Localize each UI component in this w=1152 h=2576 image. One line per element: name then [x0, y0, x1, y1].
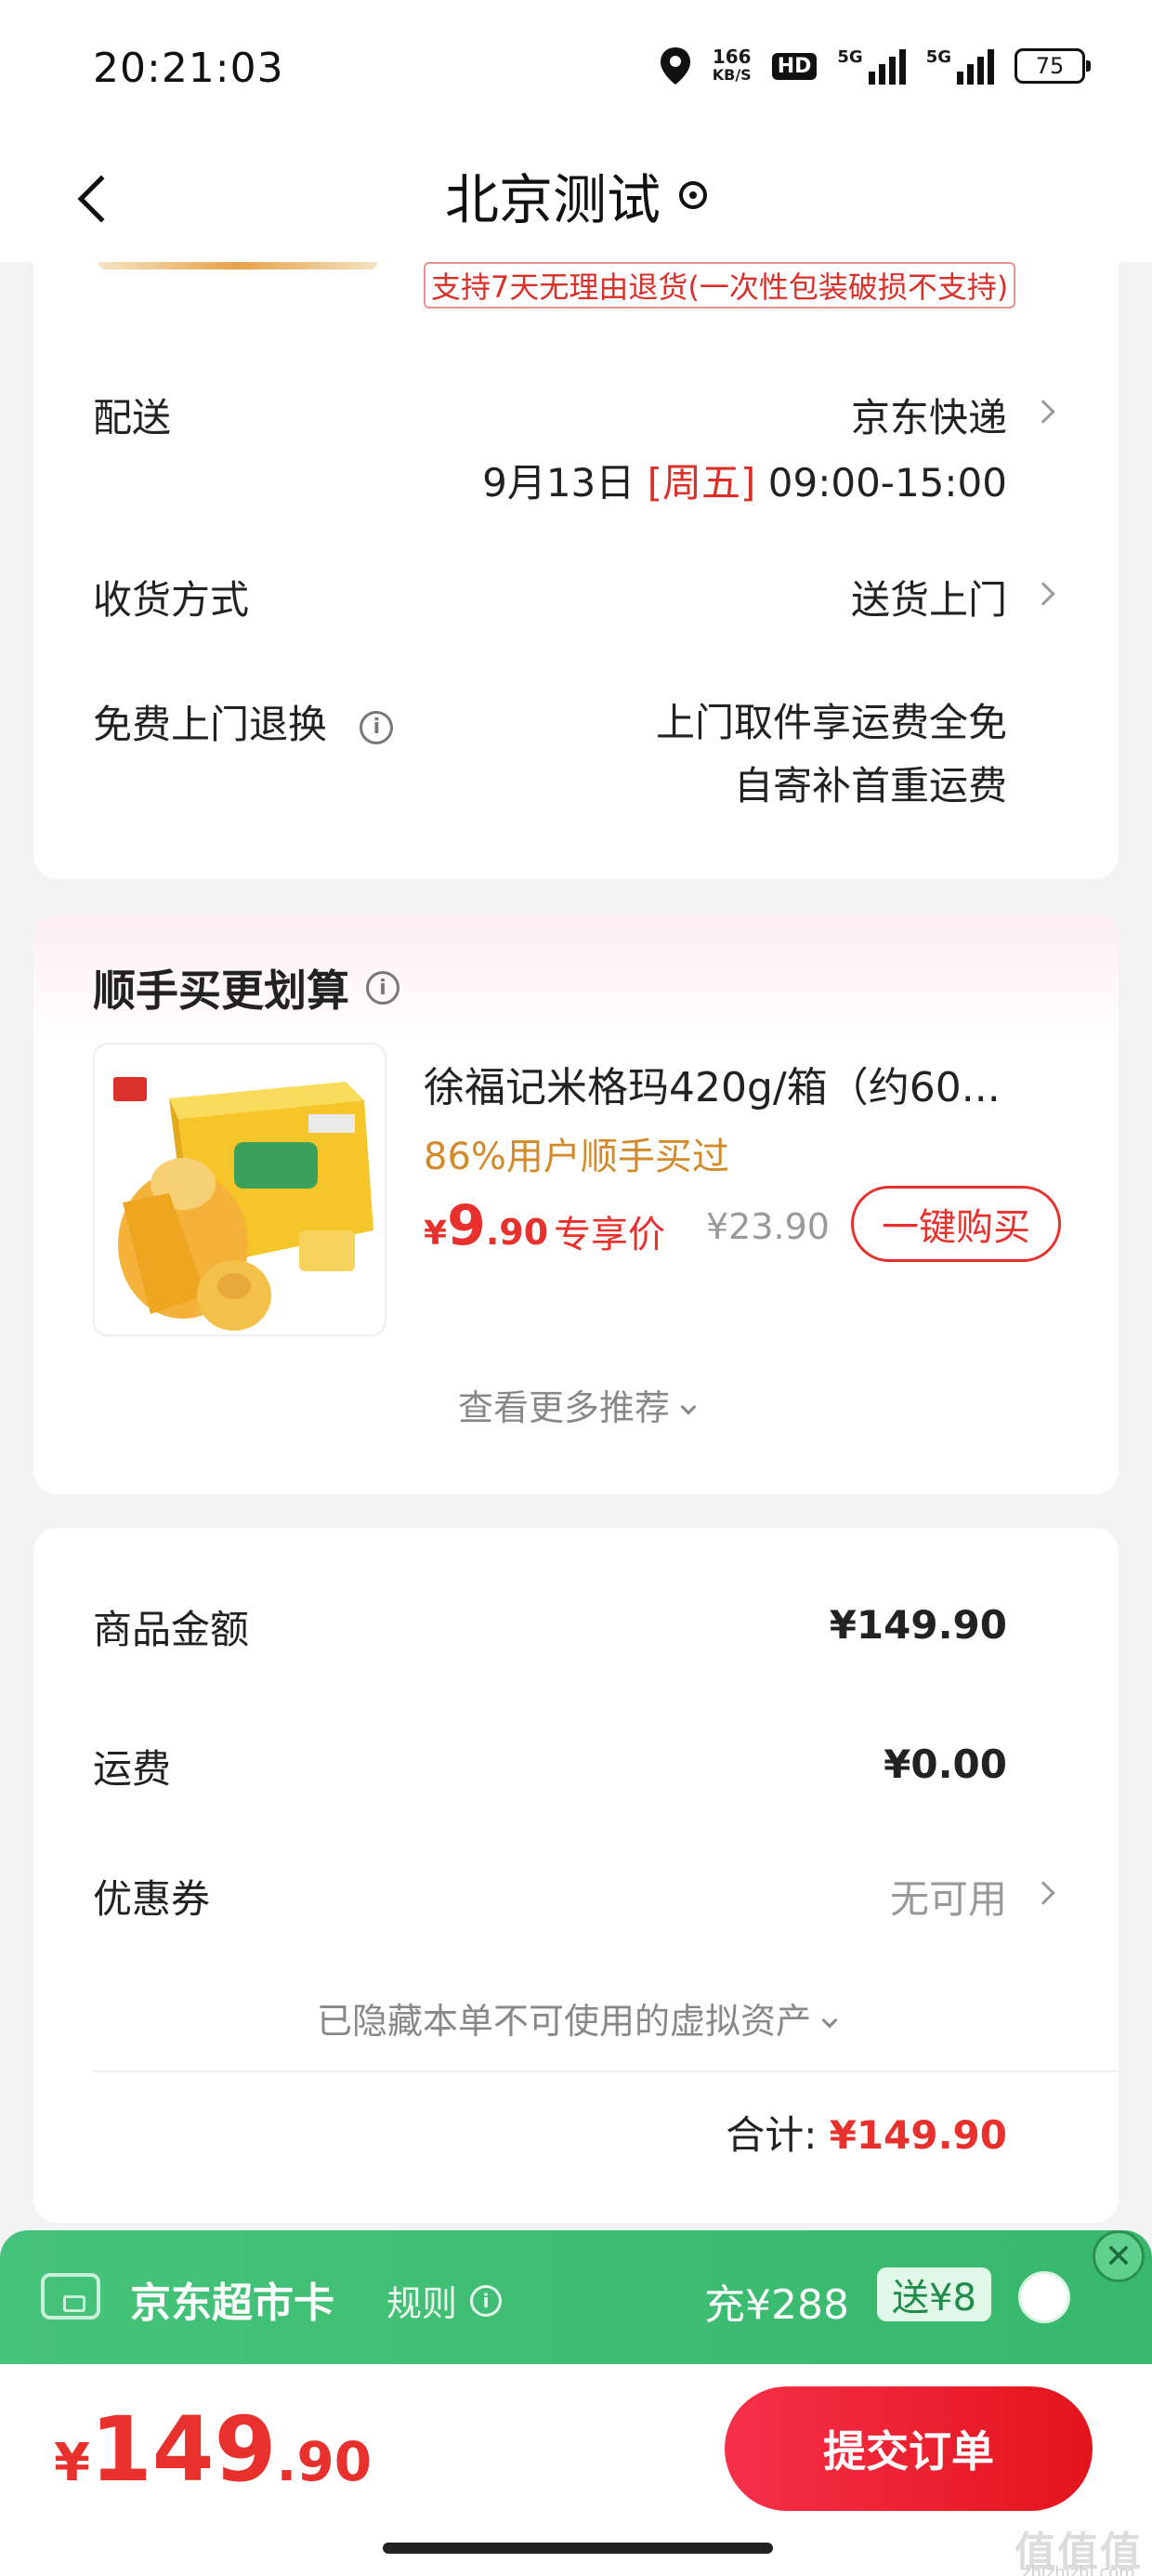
delivery-time: 09:00-15:00 [767, 460, 1007, 506]
submit-order-button[interactable]: 提交订单 [725, 2386, 1093, 2511]
one-click-buy-button[interactable]: 一键购买 [851, 1186, 1061, 1262]
battery-icon: 75 [1015, 48, 1091, 84]
free-return-text: 免费上门退换 [93, 702, 328, 747]
recommend-card: 顺手买更划算 i 徐福记米格玛420g/箱（约60... 86%用户顺手买过 ¥… [33, 914, 1119, 1494]
select-radio[interactable] [1018, 2271, 1070, 2323]
supermarket-card-title: 京东超市卡 [130, 2280, 334, 2327]
net-speed-value: 166 [712, 46, 752, 68]
delivery-label: 配送 [93, 395, 172, 440]
more-recommend-text: 查看更多推荐 [457, 1387, 670, 1428]
delivery-date-day: 9月13日 [482, 460, 635, 506]
price-dec: .90 [276, 2430, 373, 2493]
price-int: 9 [447, 1193, 486, 1258]
receive-method-value[interactable]: 送货上门 [851, 569, 1007, 625]
receive-method-chevron-icon[interactable] [1031, 582, 1055, 606]
net-speed: 166 KB/S [713, 47, 752, 85]
free-return-value-2: 自寄补首重运费 [733, 763, 1007, 808]
signal-icon: 5G [837, 47, 906, 85]
supermarket-card-banner[interactable]: 京东超市卡 规则 i 充¥288 送¥8 ✕ [0, 2230, 1152, 2364]
shipping-label: 运费 [93, 1746, 172, 1792]
delivery-value[interactable]: 京东快递 [851, 387, 1007, 443]
free-return-value-1: 上门取件享运费全免 [655, 700, 1007, 745]
order-summary-card: 商品金额 ¥149.90 运费 ¥0.00 优惠券 无可用 已隐藏本单不可使用的… [33, 1528, 1119, 2223]
clock: 20:21:03 [93, 45, 284, 92]
total-label: 合计: [726, 2112, 818, 2158]
signal-icon-2: 5G [926, 47, 994, 85]
total-price: ¥ 149 .90 [54, 2398, 372, 2502]
total-value: ¥149.90 [829, 2112, 1007, 2158]
buy-rate: 86%用户顺手买过 [424, 1136, 729, 1178]
delivery-weekday: [周五] [647, 460, 756, 506]
price-int: 149 [89, 2398, 277, 2502]
chevron-down-icon [821, 2012, 838, 2029]
info-icon[interactable]: i [360, 710, 394, 744]
gift-badge: 送¥8 [877, 2267, 991, 2321]
return-policy-tag: 支持7天无理由退货(一次性包装破损不支持) [424, 262, 1016, 309]
goods-amount-label: 商品金额 [93, 1607, 250, 1652]
net-speed-unit: KB/S [712, 66, 752, 84]
page-title[interactable]: 北京测试 [0, 149, 1152, 242]
close-icon[interactable]: ✕ [1093, 2230, 1145, 2282]
product-thumbnail-edge [98, 262, 377, 269]
info-icon[interactable]: i [366, 971, 399, 1005]
home-indicator[interactable] [383, 2543, 773, 2554]
coupon-label: 优惠券 [93, 1876, 211, 1922]
price-symbol: ¥ [54, 2433, 90, 2493]
rule-text: 规则 [386, 2283, 458, 2324]
price-symbol: ¥ [424, 1215, 448, 1253]
product-image[interactable] [93, 1043, 386, 1336]
status-bar: 20:21:03 166 KB/S HD 5G 5G 75 [0, 0, 1152, 139]
signal-label: 5G [837, 47, 863, 67]
delivery-date[interactable]: 9月13日 [周五] 09:00-15:00 [482, 452, 1007, 508]
receive-method-label: 收货方式 [93, 577, 250, 623]
coupon-value[interactable]: 无可用 [890, 1868, 1007, 1925]
total-row: 合计: ¥149.90 [726, 2104, 1007, 2161]
original-price: ¥23.90 [706, 1206, 830, 1247]
hd-icon: HD [771, 52, 818, 80]
page-header: 北京测试 [0, 139, 1152, 262]
watermark-sub: zhizhizhi.com [1022, 2563, 1135, 2576]
exclusive-price: ¥ 9 .90 [424, 1193, 548, 1258]
coupon-chevron-icon[interactable] [1031, 1881, 1055, 1905]
address-title: 北京测试 [444, 168, 661, 231]
divider [93, 2070, 1119, 2072]
delivery-chevron-icon[interactable] [1031, 400, 1055, 424]
price-dec: .90 [485, 1212, 549, 1253]
free-return-label: 免费上门退换 i [93, 693, 394, 750]
chevron-down-icon [680, 1399, 697, 1415]
signal-label-2: 5G [925, 47, 951, 67]
status-icons: 166 KB/S HD 5G 5G 75 [659, 43, 1091, 89]
product-box-icon [113, 1077, 373, 1331]
exclusive-price-tag: 专享价 [554, 1214, 665, 1256]
recommend-title-text: 顺手买更划算 [93, 966, 349, 1016]
shipping-value: ¥0.00 [884, 1741, 1007, 1787]
hidden-assets-text: 已隐藏本单不可使用的虚拟资产 [316, 2001, 811, 2042]
hidden-assets-toggle[interactable]: 已隐藏本单不可使用的虚拟资产 [33, 1992, 1119, 2044]
goods-amount-value: ¥149.90 [829, 1602, 1007, 1648]
product-name[interactable]: 徐福记米格玛420g/箱（约60... [424, 1054, 1093, 1113]
rule-link[interactable]: 规则 i [386, 2275, 503, 2326]
recommend-title: 顺手买更划算 i [93, 957, 399, 1019]
info-icon: i [470, 2284, 503, 2317]
card-icon [41, 2273, 100, 2320]
more-recommend-link[interactable]: 查看更多推荐 [33, 1379, 1119, 1430]
location-pin-icon [679, 181, 707, 209]
recharge-amount: 充¥288 [704, 2281, 849, 2329]
delivery-card: 支持7天无理由退货(一次性包装破损不支持) 配送 京东快递 9月13日 [周五]… [33, 262, 1119, 879]
location-icon [660, 47, 690, 85]
bottom-bar: ¥ 149 .90 提交订单 值值值 zhizhizhi.com [0, 2364, 1152, 2576]
